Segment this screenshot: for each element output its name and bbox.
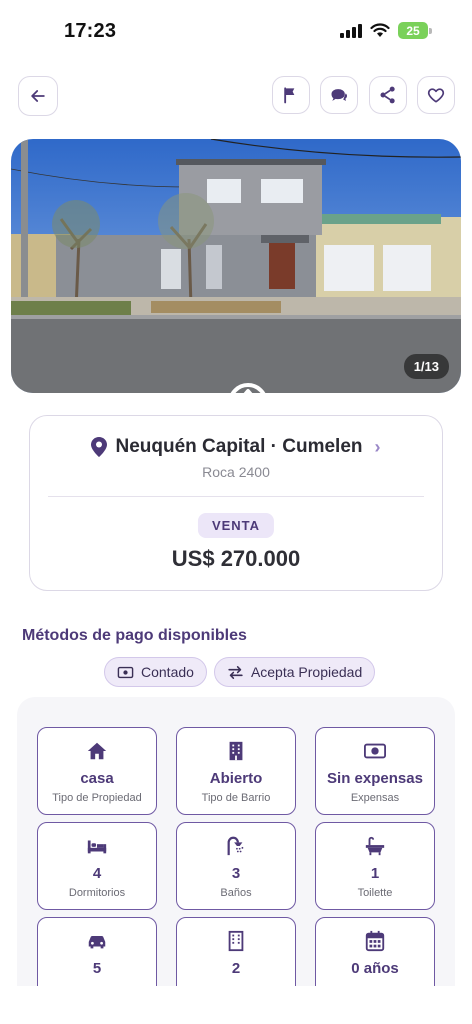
bed-icon [87,840,107,854]
payment-chip-label: Contado [141,664,194,680]
feature-label: Tipo de Barrio [201,792,271,804]
feature-toilette: 1 Toilette [315,822,435,910]
feature-value: Sin expensas [327,770,423,787]
status-time: 17:23 [64,20,117,42]
payment-chip-property-exchange: Acepta Propiedad [213,657,376,687]
feature-label: Dormitorios [68,887,126,899]
feature-expenses: Sin expensas Expensas [315,727,435,815]
battery-level: 25 [398,22,428,39]
swap-icon [228,665,243,679]
chat-button[interactable] [320,76,358,114]
feature-value: 2 [231,960,241,977]
calendar-icon [365,930,385,952]
payment-chip-cash: Contado [104,657,207,687]
battery-icon: 25 [398,22,432,39]
favorite-button[interactable] [417,76,455,114]
brand-logo-icon [230,383,266,393]
bottom-cutoff [0,986,472,1024]
map-pin-icon [91,437,108,457]
signal-icon [340,23,362,38]
share-button[interactable] [369,76,407,114]
heart-icon [427,88,445,103]
cash-icon [364,743,386,759]
feature-value: 1 [370,865,380,882]
car-icon [88,935,106,949]
feature-value: 5 [92,960,102,977]
house-icon [87,742,107,760]
location-link[interactable]: Neuquén Capital · Cumelen › [30,436,442,458]
chat-icon [331,89,347,101]
feature-bedrooms: 4 Dormitorios [37,822,157,910]
feature-value: casa [80,770,114,787]
features-panel: casa Tipo de Propiedad Abierto Tipo de B… [17,697,455,1024]
feature-label: Baños [220,887,252,899]
back-button[interactable] [18,76,58,116]
payment-methods-title: Métodos de pago disponibles [22,627,247,644]
feature-label: Toilette [357,887,393,899]
status-icons: 25 [340,22,432,39]
shower-icon [227,836,244,856]
photo-counter: 1/13 [403,354,449,379]
payment-methods: Contado Acepta Propiedad [104,657,376,687]
feature-value: Abierto [209,770,263,787]
floors-icon [228,930,244,952]
feature-value: 4 [92,865,102,882]
operation-badge: VENTA [197,513,275,538]
price: US$ 270.000 [171,546,301,571]
report-button[interactable] [272,76,310,114]
feature-bathrooms: 3 Baños [176,822,296,910]
feature-neighborhood-type: Abierto Tipo de Barrio [176,727,296,815]
property-photo-carousel[interactable]: 1/13 [11,139,461,393]
arrow-left-icon [31,90,45,102]
status-bar: 17:23 25 [0,0,472,60]
payment-chip-label: Acepta Propiedad [250,664,363,680]
chevron-right-icon: › [374,436,381,457]
location-title: Neuquén Capital · Cumelen [115,436,363,457]
feature-value: 0 años [351,960,399,977]
feature-value: 3 [231,865,241,882]
building-icon [229,741,243,761]
feature-label: Expensas [350,792,400,804]
share-icon [380,86,395,104]
wifi-icon [370,23,390,37]
property-photo [11,139,461,393]
address: Roca 2400 [202,464,270,480]
feature-property-type: casa Tipo de Propiedad [37,727,157,815]
flag-icon [284,87,295,104]
listing-summary-card: Neuquén Capital · Cumelen › Roca 2400 VE… [29,415,443,591]
divider [48,496,424,497]
cash-icon [117,666,134,678]
feature-label: Tipo de Propiedad [52,792,142,804]
bathtub-icon [365,836,385,856]
